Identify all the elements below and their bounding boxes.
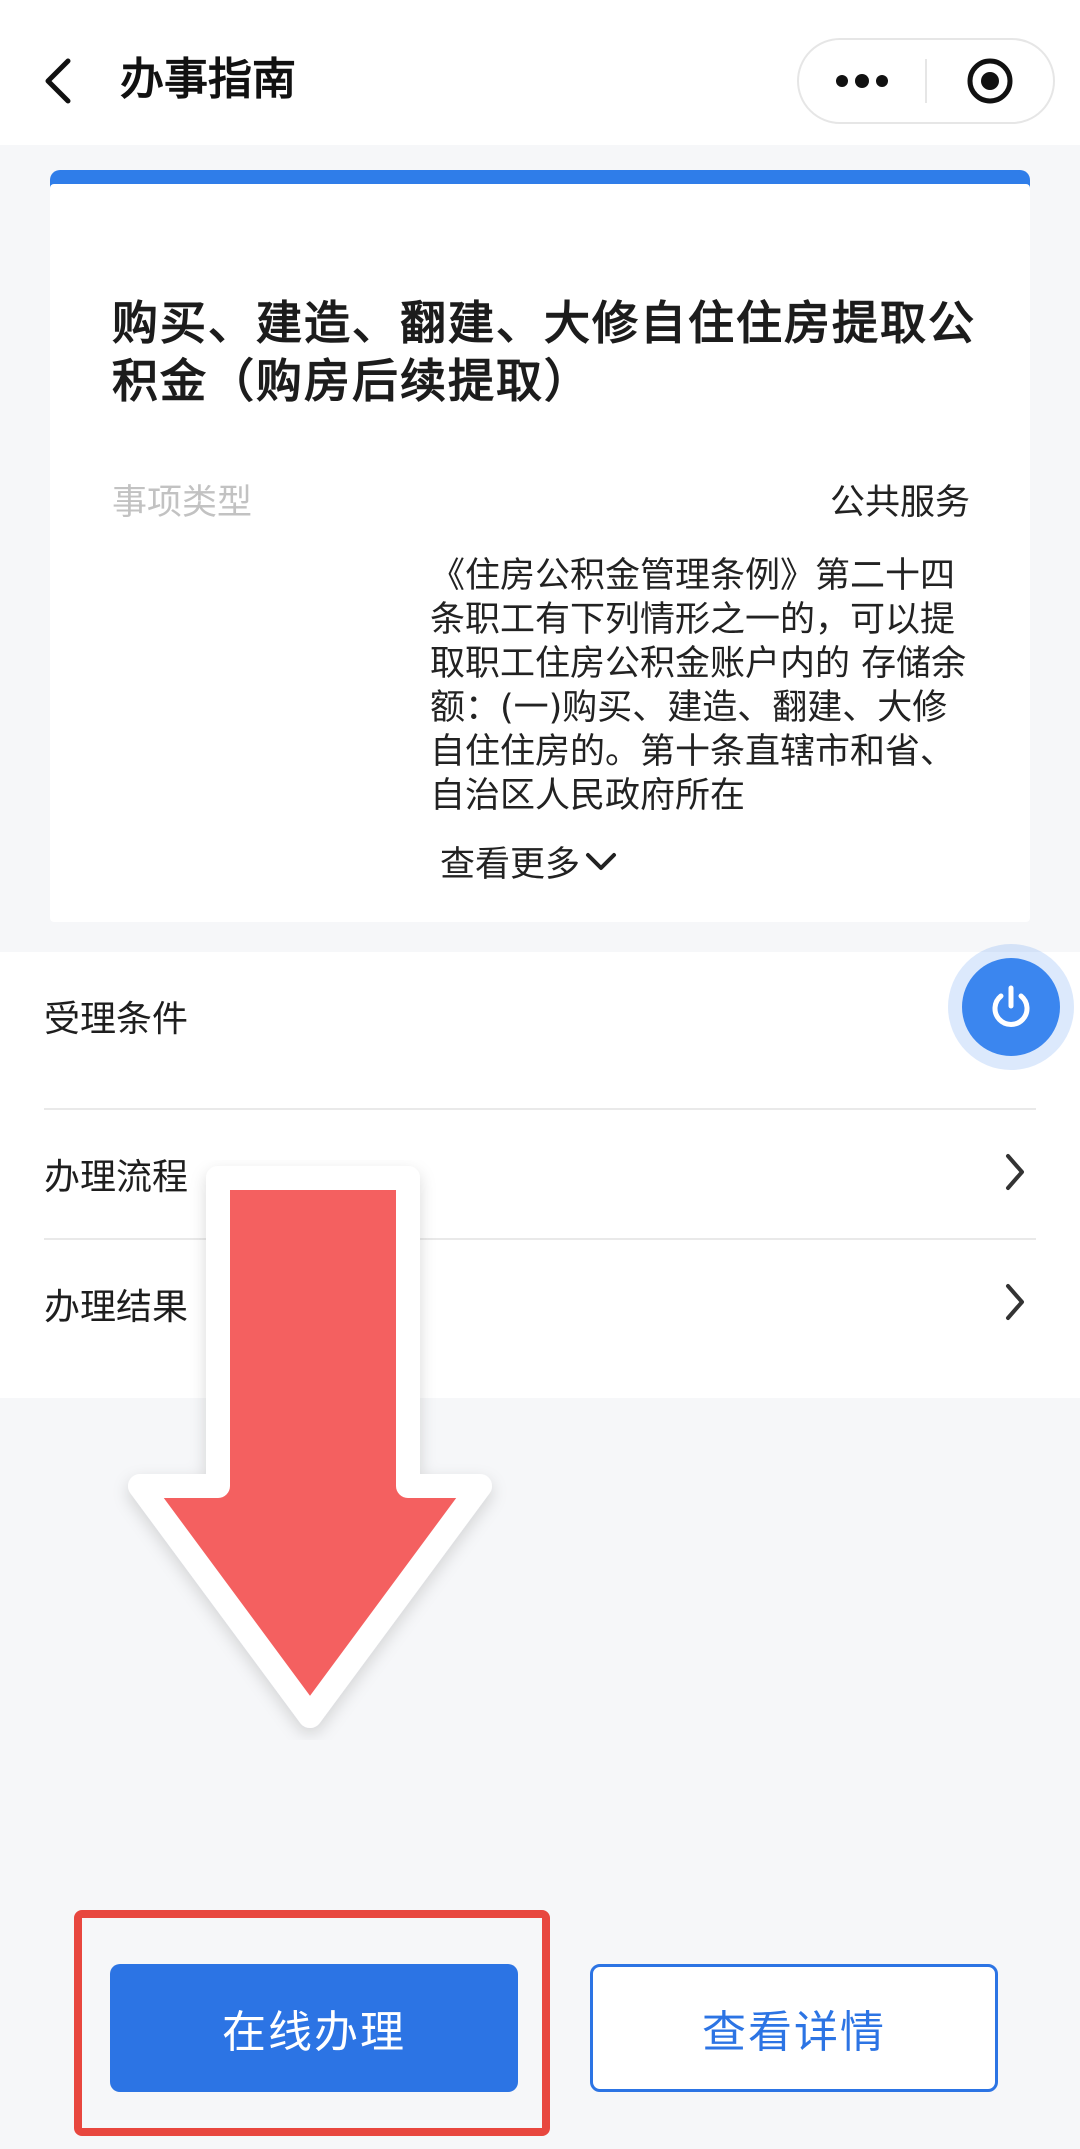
page-title: 办事指南	[120, 54, 296, 105]
list-item-label: 受理条件	[44, 999, 189, 1040]
chevron-right-icon	[1006, 1284, 1024, 1320]
top-bar: 办事指南	[0, 0, 1080, 145]
legal-basis-text: 《住房公积金管理条例》第二十四条职工有下列情形之一的，可以提取职工住房公积金账户…	[430, 556, 967, 816]
online-apply-button[interactable]: 在线办理	[110, 1964, 518, 2092]
card-body: 购买、建造、翻建、大修自住住房提取公积金（购房后续提取） 事项类型 公共服务 《…	[50, 184, 1030, 922]
type-value: 公共服务	[829, 483, 970, 523]
list-item-acceptance-conditions[interactable]: 受理条件	[44, 952, 1036, 1080]
screen: 办事指南 购买、建造、翻建、大修自住住房提取公积金（购房后续提取） 事项类型 公…	[0, 0, 1080, 2149]
back-button[interactable]	[36, 52, 80, 110]
red-down-arrow-annotation	[128, 1166, 492, 1728]
view-details-button[interactable]: 查看详情	[590, 1964, 998, 2092]
back-chevron-icon	[45, 58, 71, 104]
more-dots-icon	[836, 74, 888, 88]
service-card: 购买、建造、翻建、大修自住住房提取公积金（购房后续提取） 事项类型 公共服务 《…	[50, 170, 1030, 922]
record-target-icon	[967, 58, 1013, 104]
power-icon	[992, 985, 1030, 1027]
type-label: 事项类型	[112, 483, 253, 523]
floating-power-button[interactable]	[962, 958, 1060, 1056]
arrow-shape	[128, 1166, 492, 1728]
more-menu-button[interactable]	[799, 40, 925, 122]
chevron-right-icon	[1006, 1154, 1024, 1190]
chevron-down-icon	[586, 852, 617, 870]
close-mini-program-button[interactable]	[927, 40, 1053, 122]
view-more-link[interactable]: 查看更多	[440, 836, 618, 887]
mini-program-capsule	[797, 38, 1055, 124]
service-title: 购买、建造、翻建、大修自住住房提取公积金（购房后续提取）	[112, 296, 976, 408]
view-more-label: 查看更多	[440, 845, 581, 885]
